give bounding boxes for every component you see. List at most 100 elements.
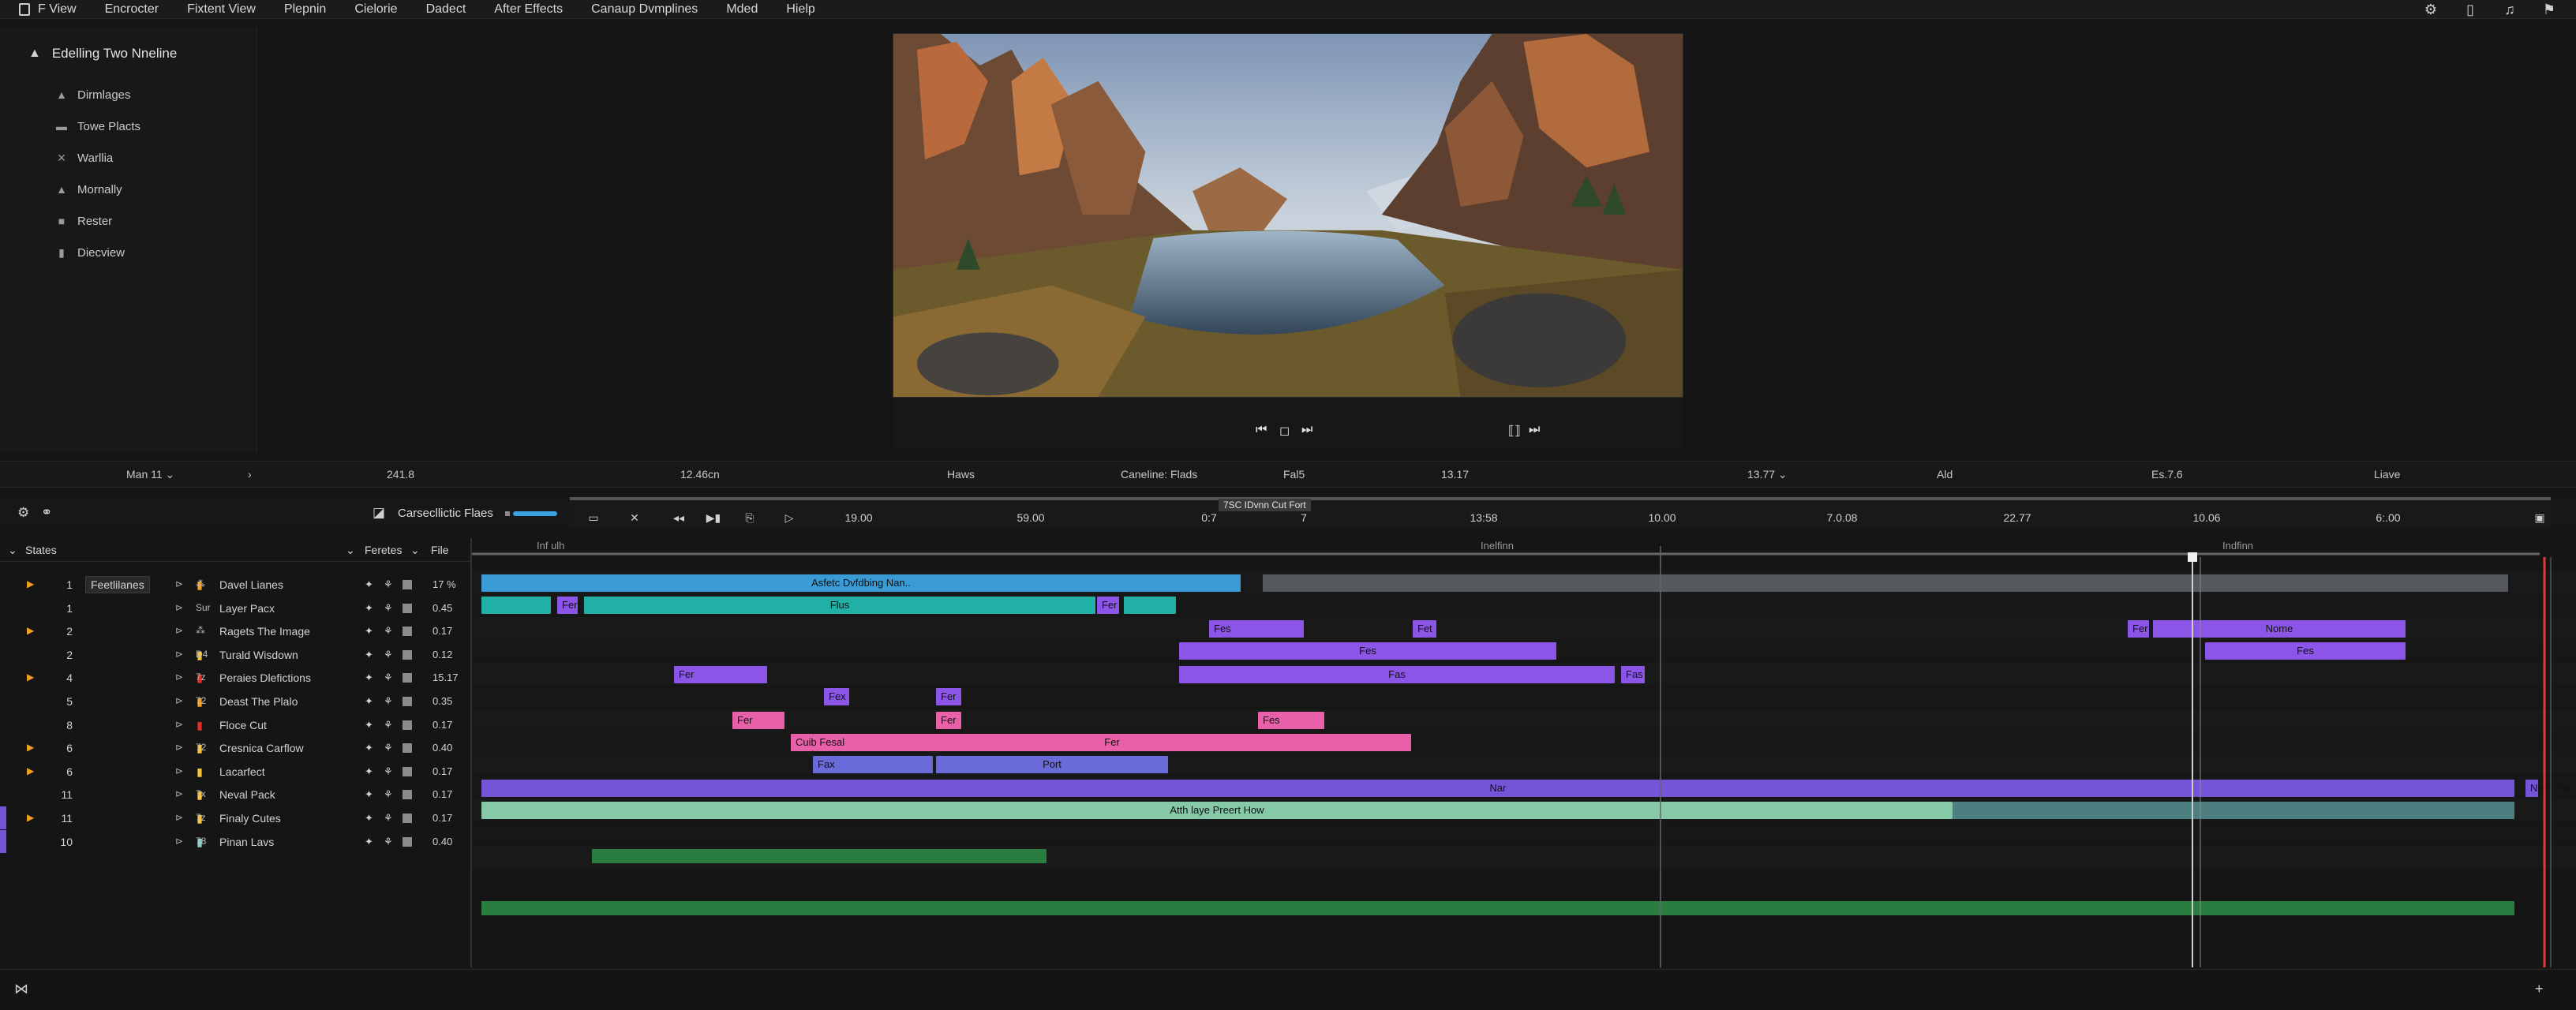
menu-item-help[interactable]: Hielp bbox=[786, 2, 814, 17]
frame-icon[interactable]: ▭ bbox=[588, 511, 598, 525]
link-icon[interactable]: ⚭ bbox=[41, 505, 52, 521]
expand-icon[interactable]: ▶ bbox=[27, 671, 34, 683]
zoom-handle[interactable] bbox=[505, 511, 510, 516]
info-item[interactable]: Man 11 ⌄ bbox=[126, 468, 174, 481]
play-icon[interactable]: ▷ bbox=[785, 511, 794, 525]
menu-item-view[interactable]: F View bbox=[38, 2, 77, 17]
menu-item-canaup[interactable]: Canaup Dvmplines bbox=[591, 2, 698, 17]
project-item[interactable]: ▮ Diecview bbox=[55, 237, 140, 268]
timeline-clip[interactable] bbox=[481, 597, 551, 614]
project-item[interactable]: ✕ Warllia bbox=[55, 142, 140, 174]
layer-name[interactable]: Lacarfect bbox=[219, 765, 265, 778]
label-color-icon[interactable]: ▮ bbox=[194, 719, 205, 732]
switch-icon[interactable]: ✦ bbox=[365, 695, 373, 708]
switch-icon[interactable]: ⚘ bbox=[384, 625, 393, 638]
menu-item-mded[interactable]: Mded bbox=[726, 2, 758, 17]
switch-icon[interactable]: ⚘ bbox=[384, 788, 393, 801]
layer-row[interactable]: ▶ 6 ⊳ ▮ Lacarfect ✦ ⚘ 0.17 bbox=[0, 760, 470, 784]
timeline-ruler[interactable]: ▭ ✕ ◂◂ ▶▮ ⎘ ▷ 7SC IDvnn Cut Fort 19.00 5… bbox=[570, 497, 2551, 529]
switch-box[interactable] bbox=[402, 603, 412, 613]
expand-icon[interactable]: ▶ bbox=[27, 812, 34, 823]
switch-icon[interactable]: ⚘ bbox=[384, 719, 393, 731]
switch-icon[interactable]: ⚘ bbox=[384, 836, 393, 848]
switch-box[interactable] bbox=[402, 673, 412, 683]
dropdown-icon[interactable]: ⌄ bbox=[410, 544, 420, 557]
layer-row[interactable]: 2 ⊳ ▮ D4 Turald Wisdown ✦ ⚘ 0.12 bbox=[0, 643, 470, 667]
file-header[interactable]: File bbox=[431, 544, 449, 556]
expand-icon[interactable]: ▶ bbox=[27, 765, 34, 776]
switch-icon[interactable]: ✦ bbox=[365, 602, 373, 615]
playhead-handle[interactable] bbox=[2188, 552, 2197, 562]
switch-box[interactable] bbox=[402, 766, 412, 776]
project-item[interactable]: ▲ Mornally bbox=[55, 174, 140, 205]
menu-item-cielorie[interactable]: Cielorie bbox=[354, 2, 397, 17]
layer-name[interactable]: Neval Pack bbox=[219, 788, 275, 801]
preview-viewer[interactable] bbox=[893, 33, 1683, 398]
switch-box[interactable] bbox=[402, 580, 412, 589]
menu-item-dadect[interactable]: Dadect bbox=[426, 2, 466, 17]
timeline-clip[interactable] bbox=[1263, 574, 2508, 592]
info-item[interactable]: 13.77 ⌄ bbox=[1747, 468, 1788, 481]
layer-tag[interactable]: Feetlilanes bbox=[85, 576, 150, 593]
expand-icon[interactable]: ▶ bbox=[27, 578, 34, 589]
switch-icon[interactable]: ⚘ bbox=[384, 578, 393, 591]
flag-icon[interactable]: ⚑ bbox=[2540, 2, 2559, 18]
next-icon[interactable]: ▶▮ bbox=[706, 511, 721, 525]
switch-icon[interactable]: ⚘ bbox=[384, 765, 393, 778]
menu-item-encoder[interactable]: Encrocter bbox=[105, 2, 159, 17]
cut-icon[interactable]: ✕ bbox=[630, 511, 639, 525]
eye-icon[interactable]: ⊳ bbox=[175, 671, 183, 683]
layer-row[interactable]: 8 ⊳ ▮ Floce Cut ✦ ⚘ 0.17 bbox=[0, 713, 470, 737]
switch-box[interactable] bbox=[402, 814, 412, 823]
zoom-slider[interactable] bbox=[513, 511, 557, 516]
stop-icon[interactable]: ◻ bbox=[1279, 423, 1290, 439]
layer-row[interactable]: ▶ 4 ⊳ ▮ 7z Peraies Dlefictions ✦ ⚘ 15.17 bbox=[0, 666, 470, 690]
switch-box[interactable] bbox=[402, 697, 412, 706]
switch-icon[interactable]: ✦ bbox=[365, 812, 373, 825]
expand-icon[interactable]: ▶ bbox=[27, 742, 34, 753]
dropdown-icon[interactable]: ⌄ bbox=[346, 544, 355, 557]
switch-icon[interactable]: ✦ bbox=[365, 836, 373, 848]
switch-icon[interactable]: ✦ bbox=[365, 578, 373, 591]
switch-icon[interactable]: ⚘ bbox=[384, 671, 393, 684]
switch-icon[interactable]: ✦ bbox=[365, 742, 373, 754]
eye-icon[interactable]: ⊳ bbox=[175, 742, 183, 753]
toggle-panel-icon[interactable]: ⋈ bbox=[14, 981, 28, 997]
timeline-clip[interactable] bbox=[1953, 802, 2514, 819]
layer-name[interactable]: Ragets The Image bbox=[219, 625, 310, 638]
switch-icon[interactable]: ⚘ bbox=[384, 812, 393, 825]
states-header[interactable]: States bbox=[25, 544, 57, 556]
switch-box[interactable] bbox=[402, 649, 412, 660]
layer-name[interactable]: Floce Cut bbox=[219, 719, 267, 731]
layer-name[interactable]: Pinan Lavs bbox=[219, 836, 274, 848]
skip-forward-icon[interactable]: ⏭ bbox=[1301, 423, 1312, 437]
skip-back-icon[interactable]: ⏮ bbox=[1256, 423, 1267, 437]
bell-icon[interactable]: ♫ bbox=[2500, 2, 2519, 18]
menu-item-plepnin[interactable]: Plepnin bbox=[284, 2, 326, 17]
switch-icon[interactable]: ⚘ bbox=[384, 742, 393, 754]
layer-name[interactable]: Cresnica Carflow bbox=[219, 742, 304, 754]
switch-icon[interactable]: ✦ bbox=[365, 788, 373, 801]
bookmark-icon[interactable]: ▯ bbox=[2461, 2, 2480, 18]
eye-icon[interactable]: ⊳ bbox=[175, 602, 183, 613]
eye-icon[interactable]: ⊳ bbox=[175, 765, 183, 776]
layer-name[interactable]: Turald Wisdown bbox=[219, 649, 298, 661]
switch-box[interactable] bbox=[402, 790, 412, 800]
eye-icon[interactable]: ⊳ bbox=[175, 836, 183, 847]
eye-icon[interactable]: ⊳ bbox=[175, 649, 183, 660]
project-item[interactable]: ▬ Towe Placts bbox=[55, 110, 140, 142]
switch-icon[interactable]: ⚘ bbox=[384, 695, 393, 708]
layer-row[interactable]: 10 ⊳ ▮ 78 Pinan Lavs ✦ ⚘ 0.40 bbox=[0, 829, 470, 854]
switch-box[interactable] bbox=[402, 743, 412, 754]
menu-item-after-effects[interactable]: After Effects bbox=[494, 2, 563, 17]
switch-box[interactable] bbox=[402, 720, 412, 730]
effects-header[interactable]: Feretes bbox=[365, 544, 402, 556]
layer-row[interactable]: ▶ 2 ⊳ ⁂ Ragets The Image ✦ ⚘ 0.17 bbox=[0, 619, 470, 643]
marker-icon[interactable]: ⎘ bbox=[745, 511, 754, 525]
eye-icon[interactable]: ⊳ bbox=[175, 695, 183, 706]
switch-icon[interactable]: ✦ bbox=[365, 765, 373, 778]
panel-menu-icon[interactable]: ▣ bbox=[2534, 511, 2544, 525]
prev-icon[interactable]: ◂◂ bbox=[673, 511, 684, 525]
collapse-icon[interactable]: ⌄ bbox=[8, 544, 17, 557]
layer-row[interactable]: 11 ⊳ ▮ 7x Neval Pack ✦ ⚘ 0.17 bbox=[0, 783, 470, 806]
